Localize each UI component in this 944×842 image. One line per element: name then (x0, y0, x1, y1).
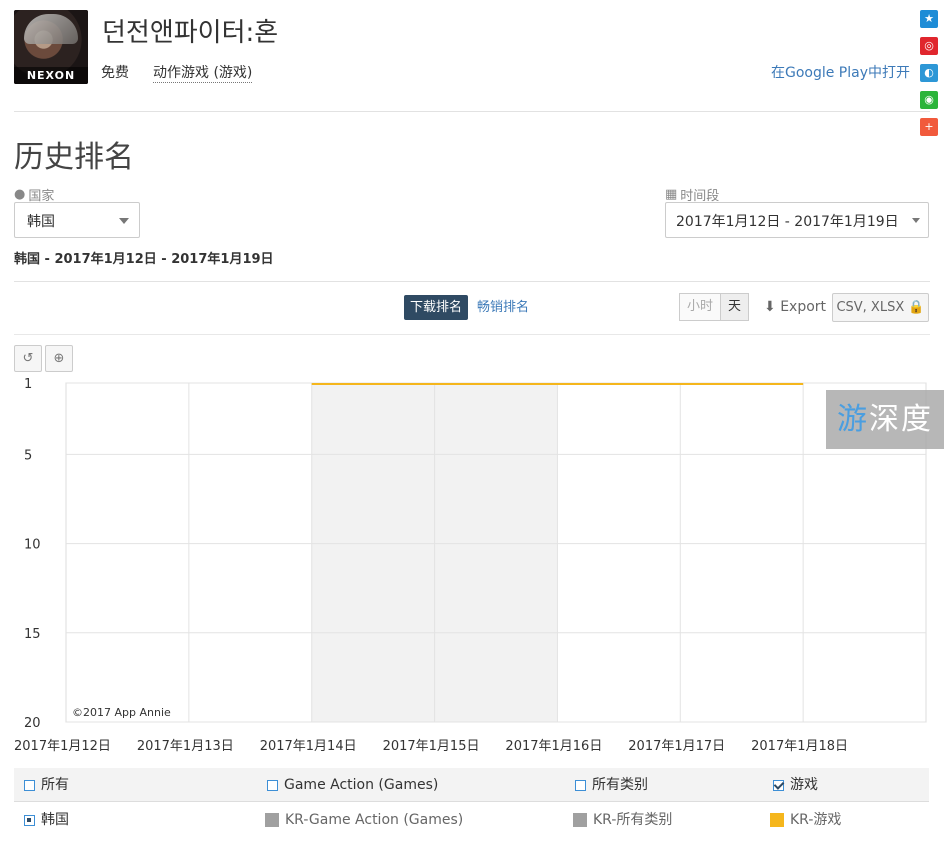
legend-games-checkbox[interactable]: 游戏 (773, 768, 818, 802)
globe-icon: ● (14, 187, 26, 202)
legend-series-kr-games[interactable]: KR-游戏 (770, 803, 841, 837)
qzone-icon[interactable]: ★ (920, 10, 938, 28)
legend-series-kr-game-action[interactable]: KR-Game Action (Games) (265, 803, 463, 837)
divider (14, 111, 930, 112)
legend-all-categories-checkbox[interactable]: 所有类别 (575, 768, 648, 802)
swatch (573, 813, 587, 827)
x-tick-label: 2017年1月16日 (505, 739, 602, 754)
y-tick-label: 5 (24, 448, 32, 463)
app-price: 免费 (101, 65, 129, 81)
x-tick-label: 2017年1月14日 (260, 739, 357, 754)
legend-country-radio[interactable]: 韩国 (24, 803, 69, 837)
page-title: 历史排名 (14, 140, 134, 175)
watermark: 游深度 (826, 390, 944, 449)
y-tick-label: 15 (24, 627, 41, 642)
app-icon-brand: NEXON (14, 67, 88, 84)
tencent-weibo-icon[interactable]: ◐ (920, 64, 938, 82)
checkbox-icon (267, 779, 278, 791)
lock-icon: 🔒 (908, 300, 925, 315)
swatch (770, 813, 784, 827)
y-tick-label: 10 (24, 538, 41, 553)
weibo-icon[interactable]: ◎ (920, 37, 938, 55)
tab-downloads[interactable]: 下载排名 (404, 295, 469, 320)
chevron-down-icon (119, 218, 129, 224)
chart-subtitle: 韩国 - 2017年1月12日 - 2017年1月19日 (14, 252, 274, 267)
country-select[interactable]: 韩国 (14, 202, 140, 238)
legend-categories: 所有 Game Action (Games) 所有类别 游戏 (14, 768, 929, 802)
legend-game-action-checkbox[interactable]: Game Action (Games) (267, 768, 438, 802)
chart-copyright: ©2017 App Annie (72, 706, 171, 719)
radio-icon (24, 814, 35, 826)
app-meta: 免费 动作游戏 (游戏) (101, 62, 253, 83)
calendar-icon: ▦ (665, 187, 678, 202)
y-tick-label: 20 (24, 716, 41, 731)
x-tick-label: 2017年1月15日 (383, 739, 480, 754)
share-bar: ★ ◎ ◐ ◉ + (920, 10, 938, 136)
chevron-down-icon (912, 218, 920, 223)
app-title: 던전앤파이터:혼 (102, 18, 279, 48)
divider (14, 334, 930, 335)
app-category-link[interactable]: 动作游戏 (游戏) (153, 62, 253, 83)
y-tick-label: 1 (24, 377, 32, 392)
zoom-icon: ⊕ (53, 351, 65, 366)
day-button[interactable]: 天 (721, 293, 750, 321)
legend-series-kr-all[interactable]: KR-所有类别 (573, 803, 672, 837)
zoom-button[interactable]: ⊕ (45, 345, 73, 372)
legend-all-checkbox[interactable]: 所有 (24, 768, 69, 802)
hour-button[interactable]: 小时 (679, 293, 722, 321)
swatch (265, 813, 279, 827)
date-range-value: 2017年1月12日 - 2017年1月19日 (676, 214, 899, 230)
x-tick-label: 2017年1月12日 (14, 739, 111, 754)
google-play-link[interactable]: 在Google Play中打开 (771, 62, 910, 82)
reset-zoom-button[interactable]: ↺ (14, 345, 42, 372)
x-tick-label: 2017年1月13日 (137, 739, 234, 754)
undo-icon: ↺ (22, 351, 34, 366)
x-tick-label: 2017年1月18日 (751, 739, 848, 754)
checkbox-icon (575, 779, 586, 791)
checkbox-icon (24, 779, 35, 791)
granularity-toggle: 小时 天 (679, 293, 750, 321)
country-select-value: 韩国 (27, 214, 55, 230)
rank-chart: 151015202017年1月12日 2017年1月13日 2017年1月14日 20… (14, 377, 927, 754)
csv-xlsx-button[interactable]: CSV, XLSX 🔒 (832, 293, 929, 322)
more-share-icon[interactable]: + (920, 118, 938, 136)
legend-series: 韩国 KR-Game Action (Games) KR-所有类别 KR-游戏 (14, 803, 929, 837)
download-icon: ⬇ (764, 299, 776, 315)
wechat-icon[interactable]: ◉ (920, 91, 938, 109)
checkbox-checked-icon (773, 779, 784, 791)
x-tick-label: 2017年1月17日 (628, 739, 725, 754)
app-icon: NEXON (14, 10, 88, 84)
tab-grossing[interactable]: 畅销排名 (477, 295, 529, 320)
export-button[interactable]: ⬇ Export (764, 299, 826, 315)
date-range-select[interactable]: 2017年1月12日 - 2017年1月19日 (665, 202, 929, 238)
divider (14, 281, 930, 282)
